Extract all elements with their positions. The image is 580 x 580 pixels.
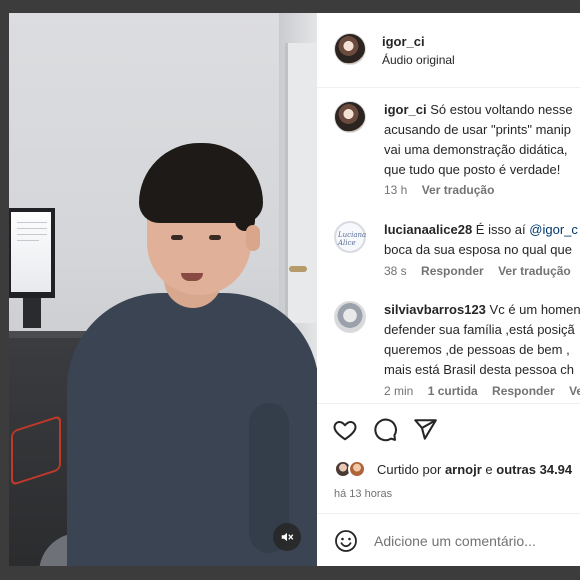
liker-avatar	[348, 460, 366, 478]
commenter-avatar[interactable]	[334, 301, 366, 333]
comment-text: silviavbarros123 Vc é um homen defender …	[384, 300, 580, 380]
comment-line: vai uma demonstração didática,	[384, 142, 568, 157]
comment-text: lucianaalice28 É isso aí @igor_c boca da…	[384, 220, 580, 260]
muted-speaker-icon	[281, 532, 294, 542]
video-door-handle	[289, 266, 307, 272]
comment-icon[interactable]	[372, 417, 398, 443]
emoji-icon[interactable]	[334, 529, 358, 553]
comment-line: queremos ,de pessoas de bem ,	[384, 342, 570, 357]
reel-video[interactable]	[9, 13, 317, 566]
video-door	[285, 43, 317, 323]
comment-line: acusando de usar "prints" manip	[384, 122, 572, 137]
post-header: igor_ci Áudio original	[317, 13, 580, 88]
comment-line: que tudo que posto é verdade!	[384, 162, 561, 177]
window-frame-top	[0, 0, 580, 13]
mute-button[interactable]	[273, 523, 301, 551]
reply-button[interactable]: Responder	[492, 384, 555, 398]
comment-time: 38 s	[384, 264, 407, 278]
author-username[interactable]: igor_ci	[382, 34, 425, 49]
window-frame-left	[0, 0, 9, 580]
comment-text: igor_ci Só estou voltando nesse acusando…	[384, 100, 580, 180]
video-monitor-stand	[23, 298, 41, 328]
likes-text: Curtido por arnojr e outras 34.94	[377, 462, 572, 477]
comment-line: É isso aí	[475, 222, 526, 237]
commenter-avatar[interactable]	[334, 101, 366, 133]
comment-meta: 2 min 1 curtida Responder Ver tr	[384, 384, 580, 398]
heart-icon[interactable]	[332, 417, 358, 443]
mention-link[interactable]: @igor_c	[529, 222, 578, 237]
avatar-logo-text: Luciana Alice	[338, 231, 367, 247]
window-frame-bottom	[0, 566, 580, 580]
post-time: há 13 horas	[334, 488, 393, 500]
author-avatar[interactable]	[334, 33, 366, 65]
video-monitor	[9, 208, 55, 298]
video-person-ear	[246, 225, 260, 251]
comment-meta: 38 s Responder Ver tradução	[384, 264, 580, 278]
comments-list: igor_ci Só estou voltando nesse acusando…	[317, 89, 580, 403]
video-person-eye-right	[209, 235, 221, 240]
comment-line: boca da sua esposa no qual que	[384, 242, 572, 257]
see-translation-button[interactable]: Ver tradução	[422, 183, 495, 197]
video-person-eye-left	[171, 235, 183, 240]
share-icon[interactable]	[412, 417, 438, 443]
liked-by-separator: e	[485, 462, 493, 477]
liked-by-others[interactable]: outras 34.94	[496, 462, 572, 477]
comment-line: mais está Brasil desta pessoa ch	[384, 362, 575, 377]
comment-line: defender sua família ,está posiçã	[384, 322, 575, 337]
comment-line: Vc é um homen	[489, 302, 580, 317]
comment-line: Só estou voltando nesse	[430, 102, 573, 117]
comment-time: 2 min	[384, 384, 414, 398]
liked-by-user[interactable]: arnojr	[445, 462, 482, 477]
post-details-panel: igor_ci Áudio original igor_ci Só estou …	[317, 13, 580, 566]
commenter-username[interactable]: lucianaalice28	[384, 222, 472, 237]
comment-time: 13 h	[384, 183, 408, 197]
commenter-username[interactable]: silviavbarros123	[384, 302, 486, 317]
likes-summary[interactable]: Curtido por arnojr e outras 34.94	[334, 459, 580, 481]
comment-composer	[317, 513, 580, 566]
commenter-username[interactable]: igor_ci	[384, 102, 427, 117]
comment-input[interactable]	[374, 530, 574, 552]
liked-by-label: Curtido por	[377, 462, 442, 477]
audio-link[interactable]: Áudio original	[382, 53, 455, 67]
post-actions: Curtido por arnojr e outras 34.94 há 13 …	[317, 403, 580, 513]
comment-likes-link[interactable]: 1 curtida	[428, 384, 478, 398]
see-translation-button[interactable]: Ver tradução	[498, 264, 571, 278]
see-translation-button[interactable]: Ver tr	[569, 384, 580, 398]
comment-meta: 13 h Ver tradução	[384, 183, 505, 197]
commenter-avatar[interactable]: Luciana Alice	[334, 221, 366, 253]
reply-button[interactable]: Responder	[421, 264, 484, 278]
